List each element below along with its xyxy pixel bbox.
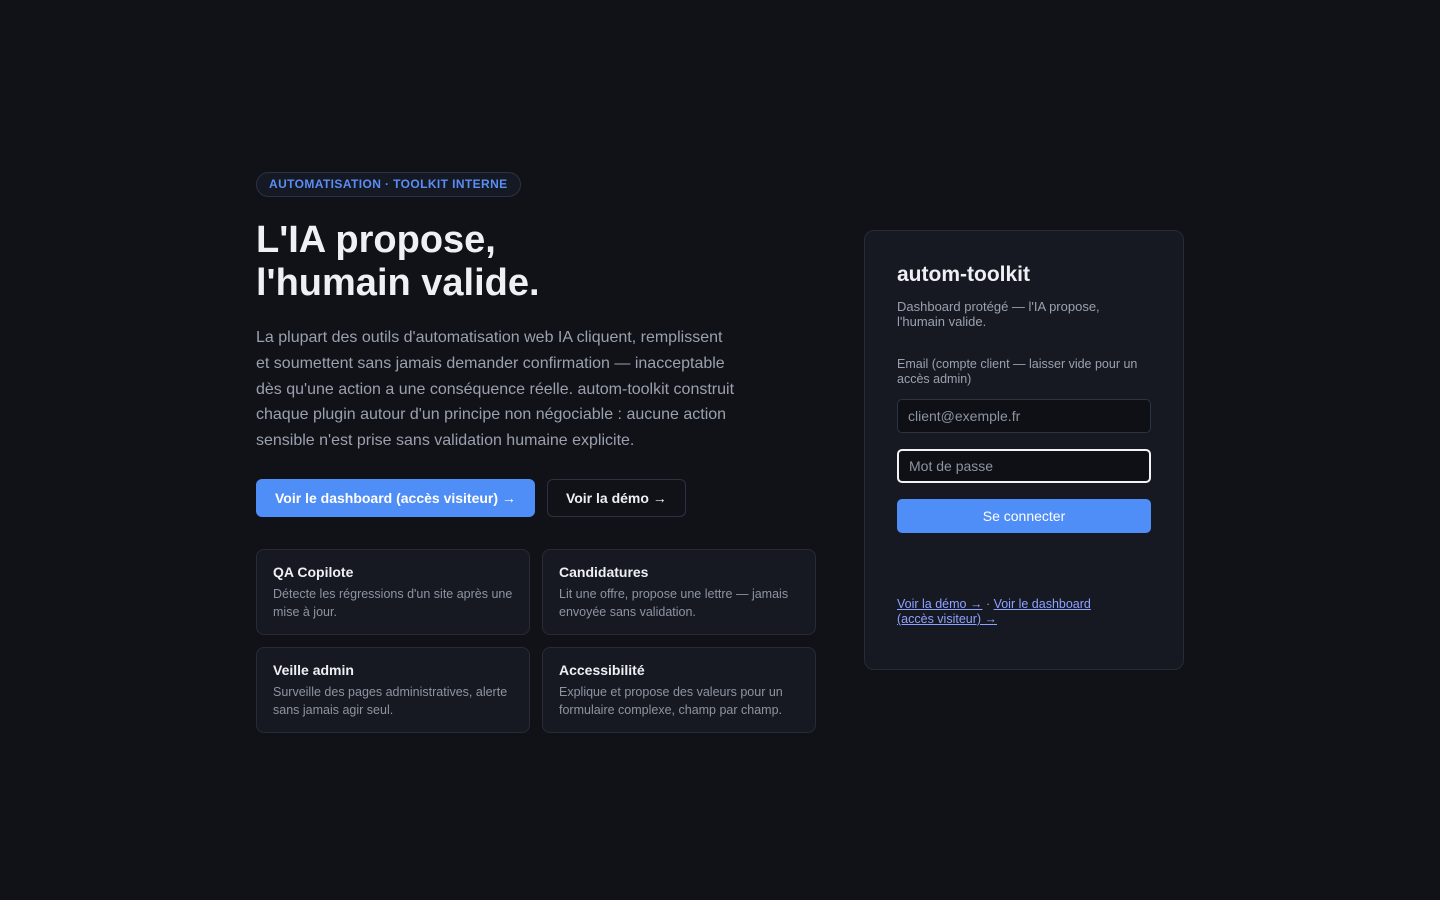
login-title: autom-toolkit (897, 263, 1030, 286)
feature-card-accessibilite: Accessibilité Explique et propose des va… (542, 646, 816, 733)
feature-title: QA Copilote (273, 563, 354, 580)
hero-headline: L'IA propose, l'humain valide. (256, 219, 540, 304)
view-demo-button[interactable]: Voir la démo → (546, 478, 686, 517)
hero-section: AUTOMATISATION · TOOLKIT INTERNE L'IA pr… (256, 172, 816, 733)
login-subtitle: Dashboard protégé — l'IA propose, l'huma… (897, 299, 1100, 329)
email-label: Email (compte client — laisser vide pour… (897, 357, 1138, 386)
feature-card-candidatures: Candidatures Lit une offre, propose une … (542, 548, 816, 635)
link-separator: · (982, 597, 994, 611)
feature-description: Détecte les régressions d'un site après … (273, 586, 513, 619)
email-field[interactable] (897, 399, 1151, 433)
feature-card-veille-admin: Veille admin Surveille des pages adminis… (256, 646, 530, 733)
feature-title: Veille admin (273, 661, 354, 678)
card-links: Voir la démo → · Voir le dashboard (accè… (897, 597, 1127, 627)
feature-grid: QA Copilote Détecte les régressions d'un… (256, 548, 816, 733)
demo-link[interactable]: Voir la démo → (897, 597, 982, 611)
feature-description: Lit une offre, propose une lettre — jama… (559, 586, 789, 619)
login-card: autom-toolkit Dashboard protégé — l'IA p… (864, 230, 1184, 670)
landing-page: AUTOMATISATION · TOOLKIT INTERNE L'IA pr… (0, 0, 1440, 900)
feature-card-qa-copilote: QA Copilote Détecte les régressions d'un… (256, 548, 530, 635)
feature-description: Explique et propose des valeurs pour un … (559, 684, 783, 717)
eyebrow-badge: AUTOMATISATION · TOOLKIT INTERNE (256, 172, 521, 197)
feature-description: Surveille des pages administratives, ale… (273, 684, 508, 717)
view-dashboard-button[interactable]: Voir le dashboard (accès visiteur) → (256, 478, 535, 517)
hero-intro: La plupart des outils d'automatisation w… (256, 329, 735, 450)
feature-title: Accessibilité (559, 661, 645, 678)
password-field[interactable] (897, 449, 1151, 483)
feature-title: Candidatures (559, 563, 649, 580)
login-button[interactable]: Se connecter (897, 499, 1151, 533)
cta-row: Voir le dashboard (accès visiteur) → Voi… (256, 478, 816, 517)
